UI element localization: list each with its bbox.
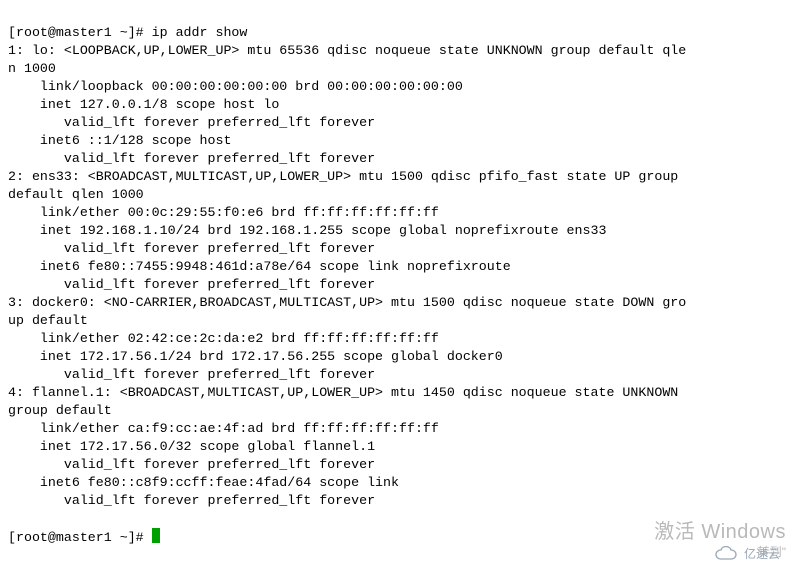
output-line: valid_lft forever preferred_lft forever (8, 493, 375, 508)
output-line: link/loopback 00:00:00:00:00:00 brd 00:0… (8, 79, 463, 94)
shell-prompt: [root@master1 ~]# (8, 530, 152, 545)
output-line: valid_lft forever preferred_lft forever (8, 115, 375, 130)
output-line: inet6 fe80::c8f9:ccff:feae:4fad/64 scope… (8, 475, 407, 490)
output-line: 1: lo: <LOOPBACK,UP,LOWER_UP> mtu 65536 … (8, 43, 686, 58)
output-line: link/ether 02:42:ce:2c:da:e2 brd ff:ff:f… (8, 331, 439, 346)
output-line: group default (8, 403, 120, 418)
output-line: inet 172.17.56.1/24 brd 172.17.56.255 sc… (8, 349, 503, 364)
output-line: default qlen 1000 (8, 187, 144, 202)
output-line: inet6 fe80::7455:9948:461d:a78e/64 scope… (8, 259, 519, 274)
provider-logo: 亿速云 (714, 545, 780, 563)
provider-name: 亿速云 (744, 545, 780, 563)
prompt-prefix: [root@master1 ~]# (8, 25, 144, 40)
output-line: inet 172.17.56.0/32 scope global flannel… (8, 439, 375, 454)
terminal-output[interactable]: [root@master1 ~]# ip addr show 1: lo: <L… (0, 0, 800, 547)
watermark-line2: 转到" (654, 545, 786, 561)
output-line: link/ether ca:f9:cc:ae:4f:ad brd ff:ff:f… (8, 421, 439, 436)
ip-addr-output: 1: lo: <LOOPBACK,UP,LOWER_UP> mtu 65536 … (8, 42, 792, 510)
output-line: valid_lft forever preferred_lft forever (8, 277, 375, 292)
output-line: up default (8, 313, 96, 328)
output-line: inet 127.0.0.1/8 scope host lo (8, 97, 279, 112)
cloud-icon (714, 546, 740, 562)
output-line: link/ether 00:0c:29:55:f0:e6 brd ff:ff:f… (8, 205, 439, 220)
shell-prompt: [root@master1 ~]# ip addr show (8, 25, 247, 40)
output-line: valid_lft forever preferred_lft forever (8, 151, 375, 166)
terminal-cursor[interactable] (152, 528, 160, 543)
prompt-prefix: [root@master1 ~]# (8, 530, 144, 545)
output-line: valid_lft forever preferred_lft forever (8, 241, 375, 256)
output-line: 4: flannel.1: <BROADCAST,MULTICAST,UP,LO… (8, 385, 686, 400)
output-line: n 1000 (8, 61, 56, 76)
output-line: inet6 ::1/128 scope host (8, 133, 239, 148)
output-line: 3: docker0: <NO-CARRIER,BROADCAST,MULTIC… (8, 295, 686, 310)
output-line: inet 192.168.1.10/24 brd 192.168.1.255 s… (8, 223, 606, 238)
output-line: valid_lft forever preferred_lft forever (8, 367, 375, 382)
output-line: 2: ens33: <BROADCAST,MULTICAST,UP,LOWER_… (8, 169, 686, 184)
shell-command: ip addr show (152, 25, 248, 40)
output-line: valid_lft forever preferred_lft forever (8, 457, 375, 472)
